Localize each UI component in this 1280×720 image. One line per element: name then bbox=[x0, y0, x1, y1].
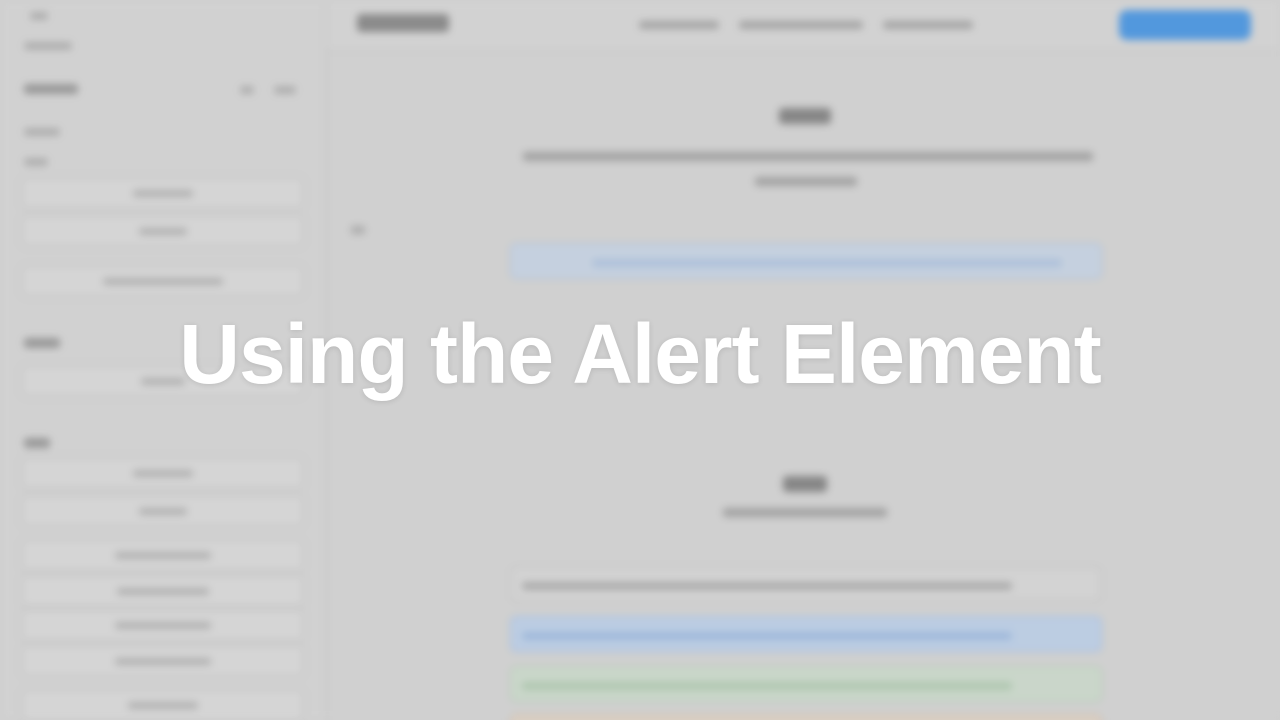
video-frame: Using the Alert Element bbox=[0, 0, 1280, 720]
video-title: Using the Alert Element bbox=[179, 307, 1101, 401]
